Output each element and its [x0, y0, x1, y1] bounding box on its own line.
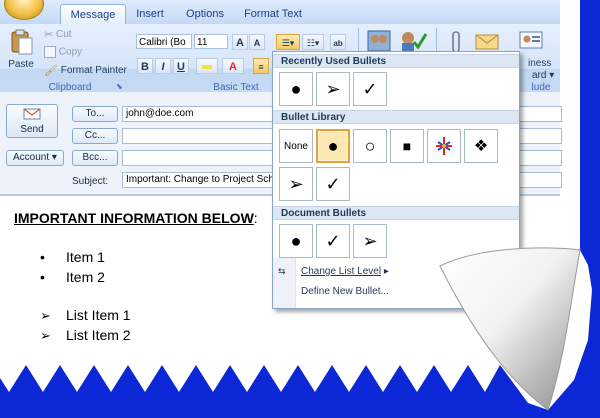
envelope-icon — [475, 34, 499, 50]
highlighter-icon — [202, 65, 212, 70]
format-painter-label: Format Painter — [60, 65, 127, 77]
arrow-item-text: List Item 1 — [66, 307, 131, 323]
bullet-option-arrow[interactable]: ➢ — [316, 72, 350, 106]
bullet-option-check[interactable]: ✓ — [316, 167, 350, 201]
square-bullet-icon: ■ — [402, 138, 412, 154]
arrow-bullet-icon: ➢ — [40, 308, 51, 323]
format-painter-button[interactable]: 🖌 Format Painter — [44, 64, 127, 77]
paste-button[interactable]: Paste — [6, 28, 36, 70]
styles-button[interactable]: ab — [330, 34, 346, 50]
bold-button[interactable]: B — [137, 58, 153, 74]
bullet-item-text: Item 1 — [66, 249, 105, 265]
page-curl — [439, 247, 581, 411]
styles-icon: ab — [333, 39, 343, 48]
bcc-button[interactable]: Bcc... — [72, 150, 118, 166]
recently-used-header: Recently Used Bullets — [273, 54, 519, 68]
cc-button[interactable]: Cc... — [72, 128, 118, 144]
ribbon-tab-bar: Message Insert Options Format Text — [0, 0, 560, 25]
check-bullet-icon: ✓ — [362, 78, 378, 99]
arrow-bullet-icon: ➢ — [40, 328, 51, 343]
circle-bullet-icon: ○ — [364, 135, 376, 156]
tab-format-text[interactable]: Format Text — [240, 4, 306, 24]
body-heading: IMPORTANT INFORMATION BELOW: — [14, 210, 258, 226]
cut-label: Cut — [56, 29, 72, 41]
bullet-dot-icon: ● — [327, 135, 339, 156]
align-left-button[interactable]: ≡ — [253, 58, 269, 74]
bullet-option-dot[interactable]: ● — [279, 72, 313, 106]
arrow-bullet-icon: ➢ — [362, 230, 378, 251]
paste-icon — [11, 29, 33, 55]
copy-label: Copy — [58, 46, 83, 58]
clipboard-dialog-launcher[interactable]: ⬊ — [116, 82, 123, 91]
font-color-button[interactable]: A — [222, 58, 244, 74]
bullet-option-star[interactable] — [427, 129, 461, 163]
send-button[interactable]: Send — [6, 104, 58, 138]
font-color-icon: A — [229, 61, 237, 73]
send-label: Send — [20, 124, 44, 135]
check-bullet-icon: ✓ — [325, 230, 341, 251]
tab-insert[interactable]: Insert — [128, 4, 172, 24]
business-card-button[interactable] — [518, 28, 544, 55]
bullet-option-diamond[interactable]: ❖ — [464, 129, 498, 163]
bullet-option-circle[interactable]: ○ — [353, 129, 387, 163]
copy-icon — [44, 46, 56, 58]
office-button[interactable] — [4, 0, 44, 20]
bullets-button[interactable]: ☰▾ — [276, 34, 300, 50]
business-card-icon — [519, 31, 543, 49]
shrink-font-button[interactable]: A — [249, 34, 265, 50]
account-label: Account — [13, 152, 50, 163]
tab-message[interactable]: Message — [60, 4, 126, 25]
star-bullet-icon — [436, 137, 452, 155]
align-left-icon: ≡ — [258, 62, 264, 72]
account-button[interactable]: Account ▾ — [6, 150, 64, 166]
font-size-combo[interactable]: 11 — [194, 34, 228, 49]
arrow-bullet-icon: ➢ — [288, 173, 304, 194]
bullet-option-dot[interactable]: ● — [279, 224, 313, 258]
bullet-option-check[interactable]: ✓ — [353, 72, 387, 106]
bullet-item: • — [40, 269, 45, 285]
paste-label: Paste — [8, 59, 34, 70]
tab-options[interactable]: Options — [180, 4, 230, 24]
scissors-icon: ✂ — [44, 29, 54, 41]
grow-font-button[interactable]: A — [232, 34, 248, 50]
copy-button[interactable]: Copy — [44, 46, 82, 58]
check-bullet-icon: ✓ — [325, 173, 341, 194]
bullet-option-arrow[interactable]: ➢ — [279, 167, 313, 201]
underline-button[interactable]: U — [173, 58, 189, 74]
to-button[interactable]: To... — [72, 106, 118, 122]
bullet-dot-icon: ● — [290, 230, 302, 251]
font-name-combo[interactable]: Calibri (Bo — [136, 34, 192, 49]
highlight-button[interactable] — [196, 58, 218, 74]
send-icon — [23, 108, 41, 120]
numbered-list-icon: ☷▾ — [306, 38, 320, 48]
italic-button[interactable]: I — [155, 58, 171, 74]
bullet-item-text: Item 2 — [66, 269, 105, 285]
format-painter-icon: 🖌 — [44, 65, 58, 77]
bullet-option-dot-selected[interactable]: ● — [316, 129, 350, 163]
bullet-option-arrow[interactable]: ➢ — [353, 224, 387, 258]
diamond-bullet-icon: ❖ — [473, 138, 489, 155]
arrow-bullet-icon: ➢ — [325, 78, 341, 99]
cut-button[interactable]: ✂ Cut — [44, 28, 72, 41]
bullet-library-header: Bullet Library — [273, 110, 519, 124]
arrow-item-text: List Item 2 — [66, 327, 131, 343]
numbering-button[interactable]: ☷▾ — [302, 34, 324, 50]
bullet-list-icon: ☰▾ — [281, 38, 295, 48]
bullet-option-none[interactable]: None — [279, 129, 313, 163]
bullet-dot-icon: ● — [290, 78, 302, 99]
business-card-label-2: ard ▾ — [532, 70, 555, 81]
bullet-item: • — [40, 249, 45, 265]
document-bullets-header: Document Bullets — [273, 206, 519, 220]
business-card-label: iness — [528, 58, 552, 69]
bullet-option-check[interactable]: ✓ — [316, 224, 350, 258]
subject-label: Subject: — [72, 176, 109, 187]
bullet-option-square[interactable]: ■ — [390, 129, 424, 163]
outlook-message-window: Message Insert Options Format Text Paste… — [0, 0, 600, 418]
